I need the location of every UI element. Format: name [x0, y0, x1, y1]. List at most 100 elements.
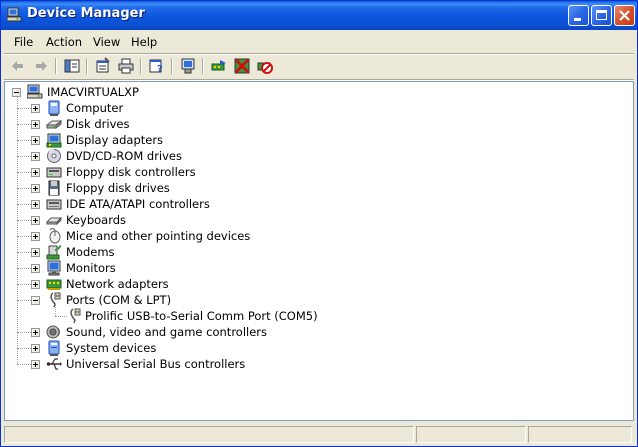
forward-icon[interactable]	[32, 57, 50, 75]
expand-toggle[interactable]	[31, 328, 40, 337]
expand-toggle[interactable]	[31, 248, 40, 257]
tree-category-label: Ports (COM & LPT)	[66, 293, 172, 307]
disable-icon[interactable]	[256, 57, 274, 75]
menu-help[interactable]: Help	[131, 35, 157, 49]
expand-toggle[interactable]	[31, 200, 40, 209]
tree-category-node[interactable]: Keyboards	[5, 212, 625, 228]
tree-category-node[interactable]: Floppy disk controllers	[5, 164, 625, 180]
tree-category-label: Mice and other pointing devices	[66, 229, 251, 243]
back-icon[interactable]	[9, 57, 27, 75]
toolbar-separator	[140, 58, 142, 74]
window-title: Device Manager	[27, 6, 145, 21]
floppy-controller-icon	[46, 167, 62, 178]
status-pane-main	[4, 426, 414, 443]
expand-toggle[interactable]	[31, 232, 40, 241]
display-adapter-icon	[46, 133, 62, 148]
collapse-toggle[interactable]	[31, 296, 40, 305]
toolbar: ?	[4, 55, 634, 79]
tree-category-node[interactable]: Network adapters	[5, 276, 625, 292]
status-pane-3	[528, 426, 632, 443]
show-hide-console-tree-icon[interactable]	[63, 57, 81, 75]
print-icon[interactable]	[117, 57, 135, 75]
maximize-button[interactable]	[591, 5, 612, 26]
network-adapter-icon	[46, 279, 62, 290]
tree-category-node[interactable]: Monitors	[5, 260, 625, 276]
tree-category-node[interactable]: IDE ATA/ATAPI controllers	[5, 196, 625, 212]
tree-device-node[interactable]: Prolific USB-to-Serial Comm Port (COM5)	[5, 308, 625, 324]
tree-device-label: Prolific USB-to-Serial Comm Port (COM5)	[85, 309, 318, 323]
expand-toggle[interactable]	[31, 280, 40, 289]
tree-category-label: Monitors	[66, 261, 116, 275]
menu-file[interactable]: File	[14, 35, 33, 49]
tree-connector	[55, 305, 56, 316]
tree-category-label: Network adapters	[66, 277, 169, 291]
status-bar	[4, 423, 634, 445]
computer-icon	[48, 100, 60, 116]
uninstall-icon[interactable]	[233, 57, 251, 75]
expand-toggle[interactable]	[31, 104, 40, 113]
tree-root-label: IMACVIRTUALXP	[47, 85, 139, 99]
scan-hardware-changes-icon[interactable]	[179, 57, 197, 75]
toolbar-separator	[55, 58, 57, 74]
tree-category-node[interactable]: Ports (COM & LPT)	[5, 292, 625, 308]
expand-toggle[interactable]	[31, 168, 40, 177]
modem-icon	[46, 245, 62, 260]
port-icon	[70, 308, 81, 324]
keyboard-icon	[46, 216, 62, 226]
status-pane-2	[416, 426, 526, 443]
tree-category-node[interactable]: System devices	[5, 340, 625, 356]
expand-toggle[interactable]	[31, 216, 40, 225]
disk-drive-icon	[46, 119, 62, 130]
title-bar[interactable]: Device Manager	[1, 1, 637, 30]
expand-toggle[interactable]	[31, 152, 40, 161]
monitor-icon	[47, 260, 61, 276]
menu-action[interactable]: Action	[46, 35, 82, 49]
expand-toggle[interactable]	[31, 184, 40, 193]
tree-category-node[interactable]: Sound, video and game controllers	[5, 324, 625, 340]
mouse-icon	[49, 228, 61, 244]
toolbar-separator	[202, 58, 204, 74]
expand-toggle[interactable]	[31, 360, 40, 369]
tree-category-label: System devices	[66, 341, 157, 355]
toolbar-separator	[171, 58, 173, 74]
expand-toggle[interactable]	[31, 136, 40, 145]
device-tree-pane[interactable]: IMACVIRTUALXP Computer Disk drives Display …	[4, 81, 634, 421]
dvd-drive-icon	[47, 149, 61, 163]
tree-category-label: Keyboards	[66, 213, 127, 227]
tree-category-label: Floppy disk controllers	[66, 165, 196, 179]
tree-category-label: Sound, video and game controllers	[66, 325, 268, 339]
root-computer-icon	[27, 84, 43, 99]
tree-category-node[interactable]: Floppy disk drives	[5, 180, 625, 196]
tree-category-node[interactable]: Disk drives	[5, 116, 625, 132]
tree-root-node[interactable]: IMACVIRTUALXP	[5, 84, 625, 100]
device-manager-app-icon	[7, 7, 22, 22]
tree-category-label: IDE ATA/ATAPI controllers	[66, 197, 210, 211]
tree-category-label: Universal Serial Bus controllers	[66, 357, 246, 371]
expand-toggle[interactable]	[31, 344, 40, 353]
expand-toggle[interactable]	[31, 120, 40, 129]
tree-category-node[interactable]: Modems	[5, 244, 625, 260]
expand-toggle[interactable]	[31, 264, 40, 273]
tree-category-node[interactable]: DVD/CD-ROM drives	[5, 148, 625, 164]
device-manager-window: Device Manager File Action View Help ? I…	[0, 0, 638, 447]
minimize-button[interactable]	[568, 5, 589, 26]
usb-icon	[46, 358, 62, 370]
menu-bar: File Action View Help	[4, 31, 634, 53]
tree-category-node[interactable]: Display adapters	[5, 132, 625, 148]
tree-category-node[interactable]: Computer	[5, 100, 625, 116]
ide-controller-icon	[46, 199, 62, 210]
close-button[interactable]	[614, 5, 635, 26]
help-icon[interactable]: ?	[148, 57, 166, 75]
tree-category-node[interactable]: Mice and other pointing devices	[5, 228, 625, 244]
tree-category-node[interactable]: Universal Serial Bus controllers	[5, 356, 625, 372]
svg-text:?: ?	[157, 64, 163, 75]
floppy-drive-icon	[48, 180, 60, 196]
properties-icon[interactable]	[94, 57, 112, 75]
port-icon	[50, 292, 61, 308]
tree-category-label: Display adapters	[66, 133, 164, 147]
device-tree[interactable]: IMACVIRTUALXP Computer Disk drives Display …	[5, 82, 633, 420]
collapse-toggle[interactable]	[12, 88, 21, 97]
menu-view[interactable]: View	[93, 35, 120, 49]
tree-category-label: DVD/CD-ROM drives	[66, 149, 182, 163]
update-driver-icon[interactable]	[210, 57, 228, 75]
